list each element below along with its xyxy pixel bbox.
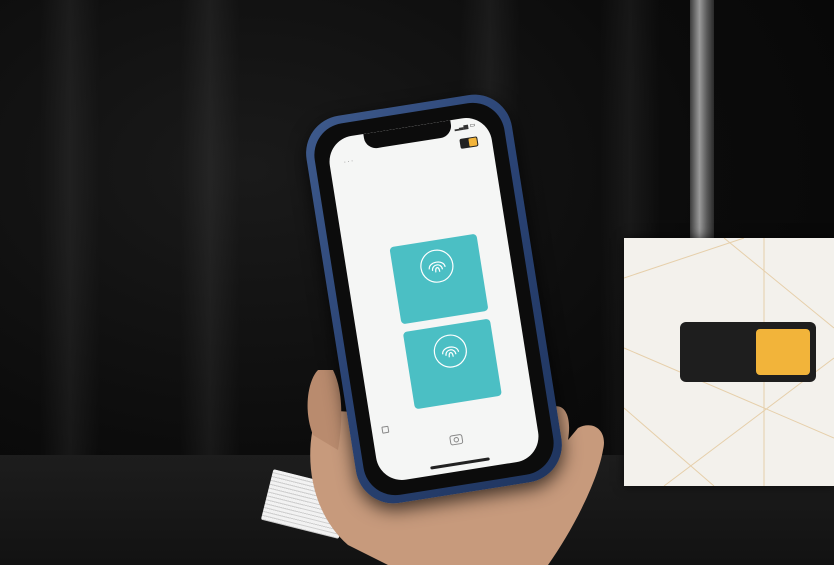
phone-notch <box>363 120 453 150</box>
page-title <box>349 189 487 211</box>
metal-pole <box>690 0 714 240</box>
brand-logo-badge <box>756 329 810 375</box>
verify-option-1[interactable] <box>389 233 489 325</box>
brand-logo <box>680 322 816 382</box>
menu-dots-icon[interactable]: ··· <box>343 156 355 167</box>
app-logo <box>459 136 479 149</box>
home-indicator[interactable] <box>430 457 490 470</box>
consent-row[interactable] <box>381 404 524 434</box>
phone-screen: ▂▃▅ ▭ ··· <box>325 114 543 484</box>
verify-option-1-label <box>405 305 484 318</box>
signal-battery-icon: ▂▃▅ ▭ <box>453 122 476 132</box>
photo-scene: ▂▃▅ ▭ ··· <box>0 0 834 565</box>
verify-option-2-label <box>418 390 497 403</box>
consent-checkbox[interactable] <box>381 425 390 434</box>
verify-option-2[interactable] <box>402 318 502 410</box>
page-subtitle <box>352 209 490 231</box>
curtain-fold <box>180 0 240 470</box>
curtain-fold <box>40 0 100 470</box>
display-sign <box>624 238 834 486</box>
camera-icon[interactable] <box>448 432 464 446</box>
fingerprint-icon <box>420 249 454 283</box>
fingerprint-icon <box>433 334 467 368</box>
